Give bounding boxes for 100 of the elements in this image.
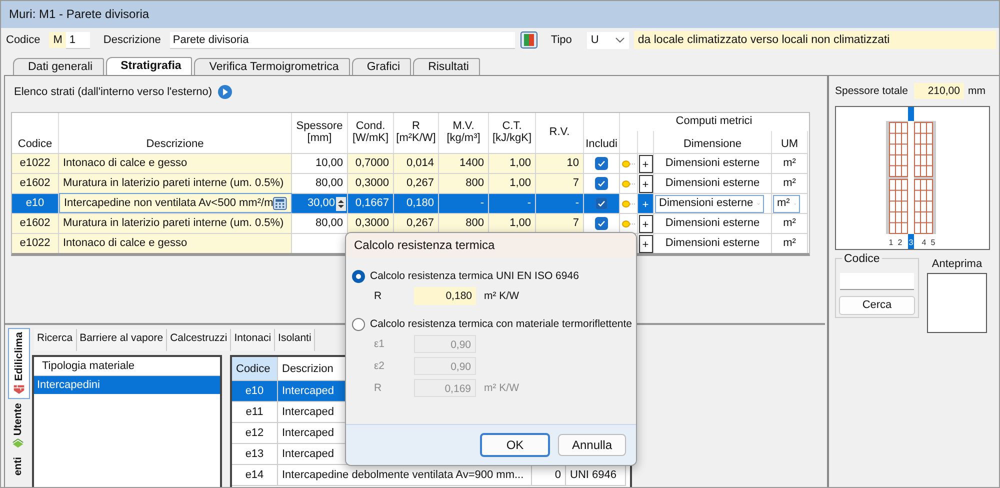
- side-tab[interactable]: enti: [8, 454, 28, 478]
- tab[interactable]: Risultati: [413, 58, 480, 75]
- preview-label: Anteprima: [932, 258, 982, 270]
- table-cell-text: 1,00: [510, 216, 531, 231]
- table-cell: Intonaco di calce e gesso: [59, 233, 292, 253]
- field-label: ε1: [374, 338, 386, 350]
- dot-icon: [622, 160, 636, 168]
- option-label: Calcolo resistenza termica UNI EN ISO 6946: [370, 270, 579, 282]
- search-button[interactable]: Cerca: [839, 296, 915, 315]
- table-cell: 0: [554, 469, 561, 481]
- checkbox[interactable]: [595, 197, 608, 210]
- total-thickness-label: Spessore totale: [835, 85, 908, 97]
- side-tab[interactable]: Utente: [8, 400, 28, 453]
- add-button[interactable]: +: [638, 214, 652, 232]
- side-tab[interactable]: Ediliclima: [8, 328, 30, 400]
- table-cell: Dimensioni esterne: [654, 173, 772, 193]
- table-cell: e10: [12, 193, 59, 213]
- table-cell-text: 0,3000: [355, 176, 389, 191]
- radio-button[interactable]: [352, 318, 365, 330]
- code-label: Codice: [842, 253, 882, 265]
- column-header: Includi: [584, 113, 620, 153]
- add-button[interactable]: +: [638, 154, 652, 172]
- code-number-field[interactable]: 1: [66, 32, 90, 48]
- table-cell: Muratura in laterizio pareti interne (um. 0.5%): [59, 213, 292, 233]
- unit-label: m² K/W: [484, 382, 519, 394]
- library-tab[interactable]: Calcestruzzi: [167, 329, 232, 351]
- dialog-button[interactable]: Annulla: [558, 434, 626, 456]
- table-cell-text: 0,3000: [355, 216, 389, 231]
- table-cell: m²: [772, 233, 808, 253]
- add-button[interactable]: +: [638, 234, 652, 252]
- field-label: ε2: [374, 360, 386, 372]
- value-field[interactable]: 0,180: [414, 287, 476, 305]
- add-button[interactable]: +: [638, 174, 652, 192]
- table-cell-text: 1,00: [510, 156, 531, 171]
- library-tab[interactable]: Isolanti: [275, 329, 316, 351]
- option-label: Calcolo resistenza termica con materiale termoriflettente: [370, 318, 632, 330]
- spinner-icon[interactable]: [336, 196, 346, 210]
- column-header: Codice: [232, 357, 278, 381]
- description-field[interactable]: Parete divisoria: [170, 32, 515, 48]
- dialog-button[interactable]: OK: [480, 433, 550, 457]
- preview-box: [927, 273, 987, 333]
- table-cell: e1602: [12, 173, 59, 193]
- window-title: Muri: M1 - Parete divisoria: [1, 1, 999, 28]
- table-cell-text: 1400: [460, 156, 484, 171]
- library-tab[interactable]: Ricerca: [34, 329, 77, 351]
- table-cell: m²: [772, 173, 808, 193]
- table-cell-text: -: [575, 196, 579, 211]
- radio-button[interactable]: [352, 270, 365, 282]
- table-cell[interactable]: e14: [232, 465, 278, 486]
- library-tab[interactable]: Barriere al vapore: [76, 329, 168, 351]
- type-label: Tipo: [550, 34, 572, 46]
- dimension-dropdown[interactable]: Dimensioni esterne: [655, 194, 764, 212]
- table-cell: e1022: [12, 153, 59, 173]
- table-cell-text: -: [527, 196, 531, 211]
- table-cell-text: 0,1667: [355, 196, 389, 211]
- unit-dropdown[interactable]: m²: [773, 194, 800, 212]
- table-cell-text: 0,267: [406, 176, 434, 191]
- unit-label: mm: [968, 85, 986, 97]
- tab[interactable]: Verifica Termoigrometrica: [194, 58, 350, 75]
- brick-icon: [13, 384, 25, 396]
- table-cell[interactable]: e11: [232, 402, 278, 423]
- tab[interactable]: Stratigrafia: [106, 57, 192, 75]
- chevron-icon[interactable]: [614, 37, 625, 43]
- description-label: Descrizione: [103, 34, 161, 46]
- table-cell-text: 10: [566, 156, 579, 171]
- field-label: R: [374, 290, 383, 302]
- checkbox[interactable]: [595, 217, 608, 230]
- table-cell-text: 7: [572, 216, 579, 231]
- table-cell-text: 7: [572, 176, 579, 191]
- wall-section-drawing: 1 2 3 4 5: [836, 107, 989, 249]
- type-description-field: da locale climatizzato verso locali non climatizzati: [634, 31, 996, 49]
- book-icon[interactable]: [520, 31, 538, 49]
- tab[interactable]: Grafici: [352, 58, 412, 75]
- checkbox[interactable]: [595, 157, 608, 170]
- table-cell-text: 800: [466, 216, 484, 231]
- table-cell[interactable]: e10: [232, 381, 278, 402]
- group-header: Computi metrici: [674, 114, 754, 129]
- table-cell-text: 80,00: [315, 216, 343, 231]
- field-label: R: [374, 382, 383, 394]
- table-cell: Dimensioni esterne: [654, 153, 772, 173]
- table-cell[interactable]: e13: [232, 444, 278, 465]
- code-search-field[interactable]: [840, 273, 914, 290]
- table-cell[interactable]: e12: [232, 423, 278, 444]
- checkbox[interactable]: [595, 177, 608, 190]
- table-cell-text: 0,014: [406, 156, 434, 171]
- category-item[interactable]: Intercapedini: [34, 376, 220, 394]
- dot-icon: [622, 220, 636, 228]
- tab[interactable]: Dati generali: [13, 58, 104, 75]
- table-cell: e1022: [12, 233, 59, 253]
- layers-title: Elenco strati (dall'interno verso l'esterno): [14, 86, 212, 98]
- type-dropdown[interactable]: U: [586, 32, 629, 48]
- play-icon[interactable]: [218, 84, 232, 98]
- table-cell-text: 1,00: [510, 176, 531, 191]
- code-prefix-field[interactable]: M: [49, 32, 66, 48]
- table-cell: UNI 6946: [570, 469, 616, 481]
- library-tab[interactable]: Intonaci: [231, 329, 276, 351]
- table-cell: Intonaco di calce e gesso: [59, 153, 292, 173]
- code-label: Codice: [6, 34, 40, 46]
- unit-label: m² K/W: [484, 290, 519, 302]
- table-cell-text: 0,7000: [355, 156, 389, 171]
